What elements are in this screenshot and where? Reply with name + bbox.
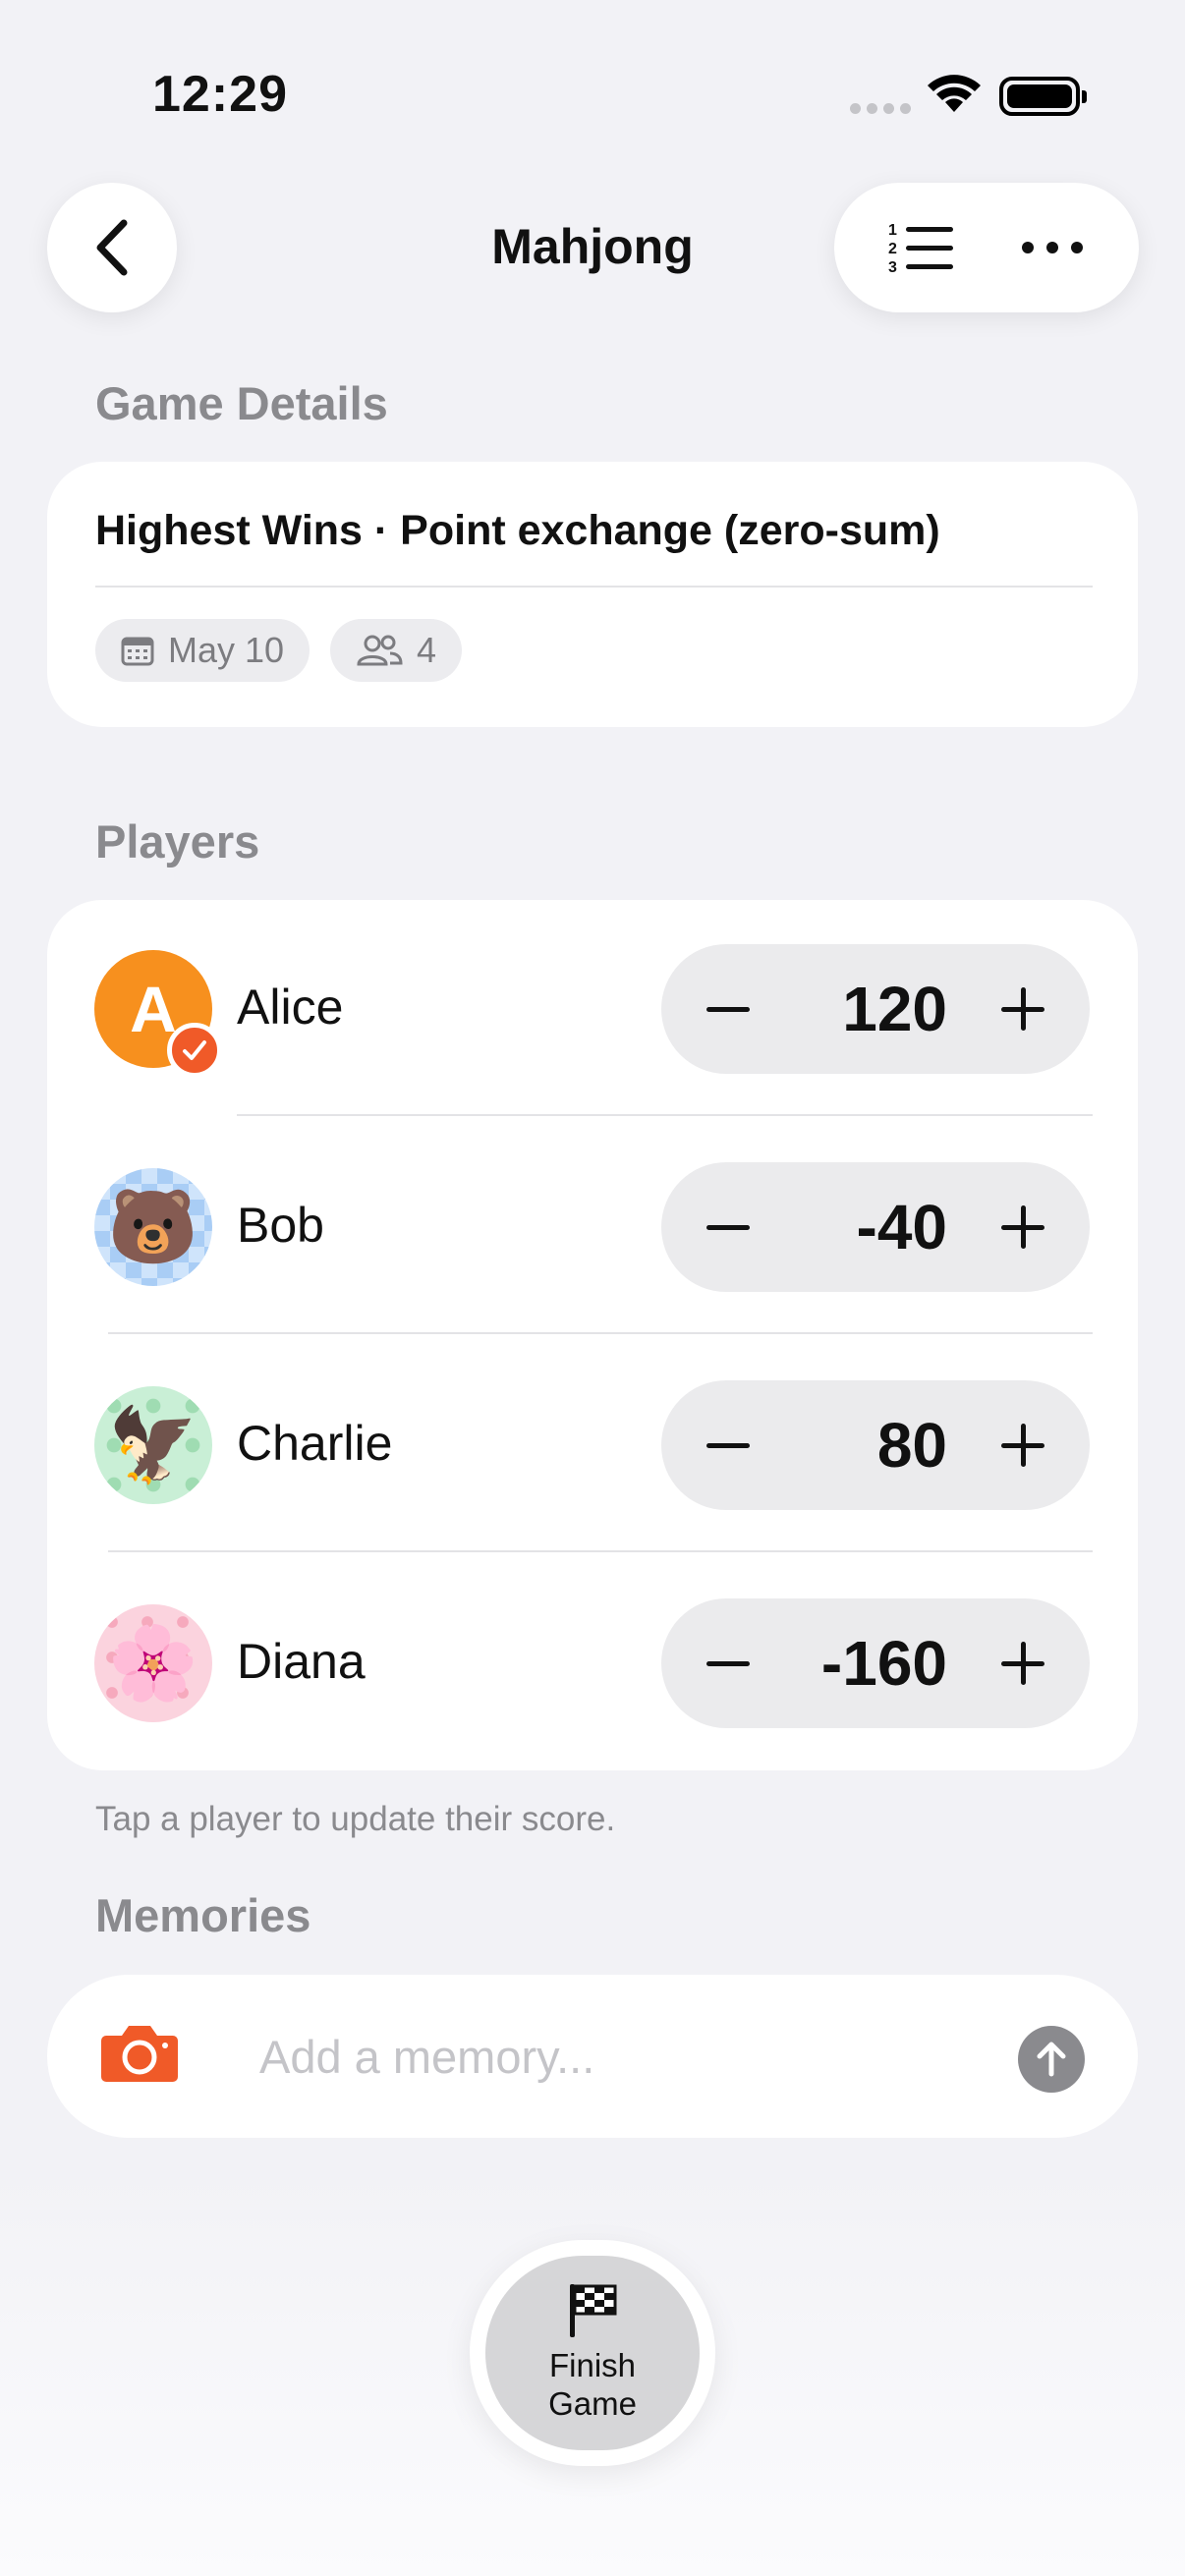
divider (95, 586, 1093, 588)
players-card: A Alice 120 🐻 Bob -40 🦅 Charlie 80 🌸 Dia… (47, 900, 1138, 1770)
score-stepper: -40 (661, 1162, 1090, 1292)
game-details-heading: Game Details (95, 377, 388, 429)
bear-avatar-icon: 🐻 (107, 1186, 199, 1267)
divider (237, 1114, 1093, 1116)
memory-composer (47, 1975, 1138, 2138)
avatar: A (94, 950, 222, 1078)
svg-text:1: 1 (888, 222, 897, 239)
player-name: Alice (237, 980, 344, 1035)
decrement-button[interactable] (669, 1380, 787, 1510)
increment-button[interactable] (964, 944, 1082, 1074)
game-screen: 12:29 Mahjong 1 2 3 Game Details Highest… (0, 0, 1185, 2576)
player-score: -160 (820, 1628, 947, 1699)
more-options-button[interactable] (998, 194, 1106, 302)
player-name: Charlie (237, 1416, 393, 1471)
increment-button[interactable] (964, 1162, 1082, 1292)
battery-icon (999, 77, 1087, 116)
checkmark-badge-icon (167, 1023, 222, 1078)
eagle-avatar-icon: 🦅 (107, 1404, 199, 1485)
wifi-icon (928, 75, 981, 112)
send-memory-button[interactable] (1018, 2026, 1085, 2093)
player-score: 80 (876, 1410, 947, 1481)
game-details-card: Highest Wins · Point exchange (zero-sum)… (47, 462, 1138, 727)
finish-game-button[interactable]: Finish Game (485, 2256, 700, 2450)
player-row-bob[interactable]: 🐻 Bob -40 (47, 1118, 1138, 1336)
memory-input[interactable] (259, 2022, 1026, 2091)
ellipsis-icon (1021, 242, 1083, 253)
svg-text:2: 2 (888, 241, 897, 257)
status-time: 12:29 (152, 66, 288, 123)
avatar: 🌸 (94, 1604, 212, 1722)
game-rules-summary: Highest Wins · Point exchange (zero-sum) (95, 507, 940, 554)
players-footnote: Tap a player to update their score. (95, 1800, 616, 1838)
flower-avatar-icon: 🌸 (107, 1622, 199, 1704)
player-score: 120 (842, 974, 947, 1044)
player-count-chip: 4 (330, 619, 463, 682)
avatar: 🦅 (94, 1386, 212, 1504)
nav-actions: 1 2 3 (834, 183, 1139, 312)
avatar-initial: A (130, 973, 177, 1045)
svg-text:3: 3 (888, 259, 897, 275)
decrement-button[interactable] (669, 1162, 787, 1292)
arrow-up-icon (1037, 2042, 1066, 2077)
increment-button[interactable] (964, 1598, 1082, 1728)
player-name: Bob (237, 1198, 324, 1253)
people-icon (357, 635, 403, 666)
avatar: 🐻 (94, 1168, 212, 1286)
cellular-signal-icon (850, 103, 911, 114)
camera-button[interactable] (100, 2022, 179, 2088)
decrement-button[interactable] (669, 1598, 787, 1728)
player-row-charlie[interactable]: 🦅 Charlie 80 (47, 1336, 1138, 1554)
player-score: -40 (856, 1192, 948, 1262)
player-count: 4 (417, 630, 437, 670)
date-chip: May 10 (95, 619, 310, 682)
camera-icon (101, 2026, 178, 2082)
score-stepper: 80 (661, 1380, 1090, 1510)
score-stepper: 120 (661, 944, 1090, 1074)
calendar-icon (121, 637, 154, 666)
divider (108, 1550, 1093, 1552)
ranking-button[interactable]: 1 2 3 (868, 194, 976, 302)
player-row-diana[interactable]: 🌸 Diana -160 (47, 1554, 1138, 1772)
memories-heading: Memories (95, 1889, 311, 1941)
increment-button[interactable] (964, 1380, 1082, 1510)
checkered-flag-icon (570, 2284, 617, 2338)
finish-game-label: Finish Game (548, 2347, 637, 2422)
players-heading: Players (95, 815, 260, 868)
game-date: May 10 (168, 630, 285, 670)
player-row-alice[interactable]: A Alice 120 (47, 900, 1138, 1118)
score-stepper: -160 (661, 1598, 1090, 1728)
divider (108, 1332, 1093, 1334)
decrement-button[interactable] (669, 944, 787, 1074)
numbered-list-icon: 1 2 3 (888, 222, 953, 275)
player-name: Diana (237, 1634, 366, 1689)
